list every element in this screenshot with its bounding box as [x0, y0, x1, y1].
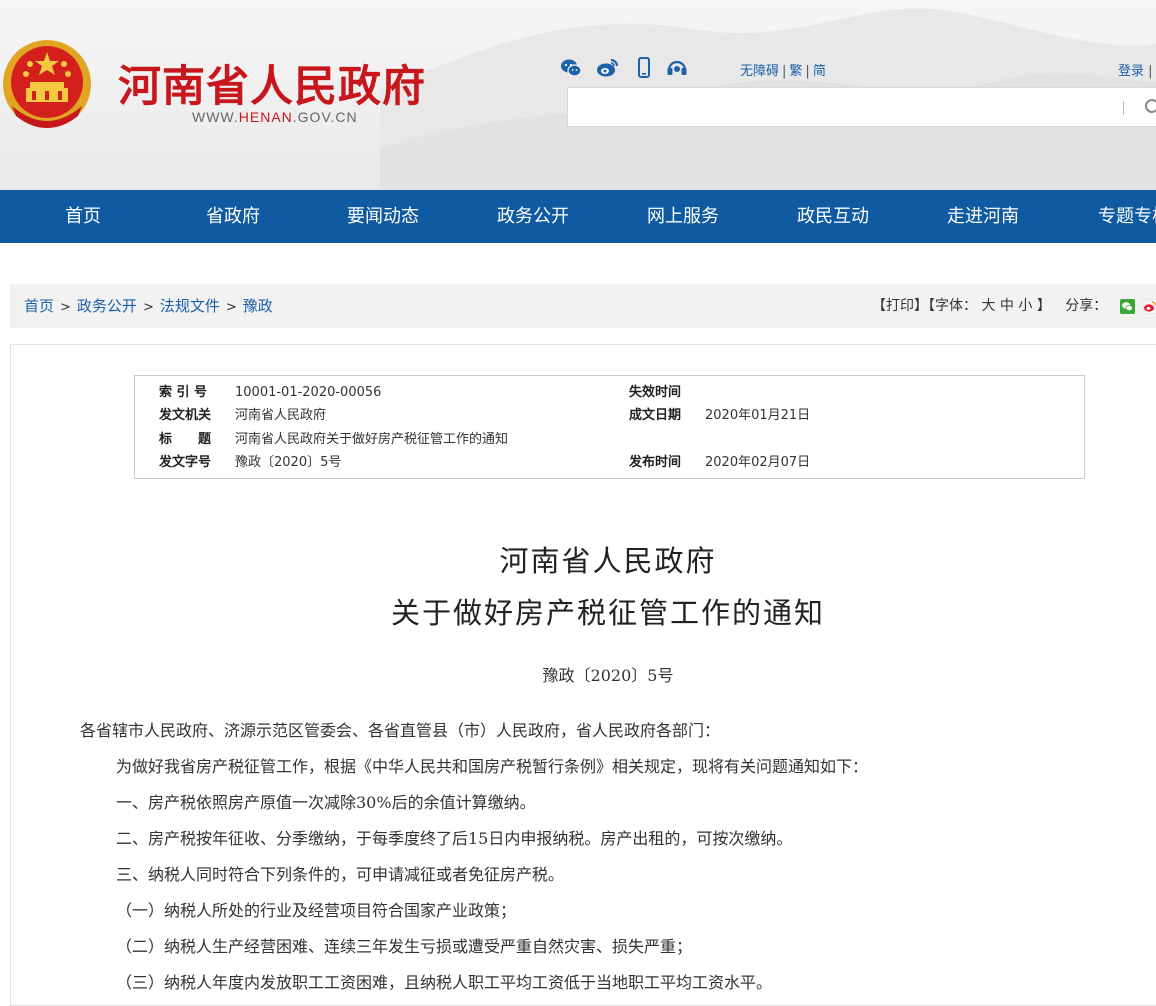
search-box[interactable]: [567, 87, 1156, 127]
login-area: 登录 |: [1118, 60, 1153, 79]
nav-item-online-services[interactable]: 网上服务: [608, 190, 758, 243]
paragraph: （三）纳税人年度内发放职工工资困难，且纳税人职工平均工资低于当地职工平均工资水平…: [116, 973, 773, 992]
paragraph: 一、房产税依照房产原值一次减除30%后的余值计算缴纳。: [116, 793, 536, 812]
meta-published-label: 发布时间: [629, 455, 682, 470]
print-button[interactable]: 【打印】: [872, 298, 928, 314]
search-icon[interactable]: [1144, 98, 1156, 118]
meta-docno-label: 发文字号: [159, 455, 212, 470]
nav-item-about-henan[interactable]: 走进河南: [908, 190, 1058, 243]
main-nav: 首页 省政府 要闻动态 政务公开 网上服务 政民互动 走进河南 专题专栏: [0, 190, 1156, 243]
nav-item-provincial-government[interactable]: 省政府: [158, 190, 308, 243]
breadcrumb-bar: 首页 > 政务公开 > 法规文件 > 豫政 【打印】【字体： 大 中 小 】 分享：: [10, 284, 1156, 328]
accessibility-links: 无障碍 | 繁 | 简: [740, 64, 826, 79]
traditional-chinese-link[interactable]: 繁: [789, 64, 802, 79]
login-separator: |: [1148, 64, 1153, 79]
wechat-icon[interactable]: [560, 57, 582, 79]
document-title-line1: 河南省人民政府: [499, 544, 717, 578]
search-input[interactable]: [576, 94, 1110, 122]
meta-published-value: 2020年02月07日: [705, 455, 811, 470]
paragraph: （二）纳税人生产经营困难、连续三年发生亏损或遭受严重自然灾害、损失严重；: [116, 937, 693, 956]
breadcrumb: 首页 > 政务公开 > 法规文件 > 豫政: [24, 284, 273, 330]
mobile-icon[interactable]: [633, 57, 655, 79]
paragraph: 二、房产税按年征收、分季缴纳，于每季度终了后15日内申报纳税。房产出租的，可按次…: [116, 829, 793, 848]
simplified-chinese-link[interactable]: 简: [813, 64, 826, 79]
meta-title-label: 标 题: [159, 432, 212, 447]
meta-expire-label: 失效时间: [629, 385, 682, 400]
nav-item-news[interactable]: 要闻动态: [308, 190, 458, 243]
document-meta-table: 索 引 号 10001-01-2020-00056 失效时间 发文机关 河南省人…: [134, 375, 1085, 479]
paragraph: 各省辖市人民政府、济源示范区管委会、各省直管县（市）人民政府，省人民政府各部门：: [80, 721, 721, 740]
meta-issuer-value: 河南省人民政府: [235, 408, 327, 423]
document-number: 豫政〔2020〕5号: [542, 666, 674, 685]
weibo-icon[interactable]: [596, 57, 618, 79]
nav-item-interaction[interactable]: 政民互动: [758, 190, 908, 243]
share-label: 分享：: [1065, 298, 1108, 314]
breadcrumb-home[interactable]: 首页: [24, 297, 54, 315]
site-header: 河南省人民政府 WWW.HENAN.GOV.CN 无障碍 | 繁 | 简 登录 |: [0, 0, 1156, 190]
font-size-label: 【字体：: [928, 298, 977, 314]
meta-index-value: 10001-01-2020-00056: [235, 385, 382, 400]
page-tools: 【打印】【字体： 大 中 小 】 分享：: [872, 284, 1107, 328]
meta-index-label: 索 引 号: [159, 385, 208, 400]
breadcrumb-yuzheng[interactable]: 豫政: [243, 297, 273, 315]
meta-issuer-label: 发文机关: [159, 408, 212, 423]
weibo-share-icon[interactable]: [1142, 299, 1156, 314]
headset-icon[interactable]: [666, 57, 688, 79]
font-large-button[interactable]: 大: [981, 298, 995, 314]
login-link[interactable]: 登录: [1118, 64, 1144, 79]
breadcrumb-regulations[interactable]: 法规文件: [160, 297, 220, 315]
document-title-line2: 关于做好房产税征管工作的通知: [390, 596, 825, 630]
font-small-button[interactable]: 小: [1018, 298, 1032, 314]
nav-item-government-affairs[interactable]: 政务公开: [458, 190, 608, 243]
meta-docno-value: 豫政〔2020〕5号: [235, 455, 342, 470]
meta-created-label: 成文日期: [629, 408, 682, 423]
paragraph: 为做好我省房产税征管工作，根据《中华人民共和国房产税暂行条例》相关规定，现将有关…: [116, 757, 869, 776]
breadcrumb-separator: >: [142, 300, 154, 315]
wechat-share-icon[interactable]: [1120, 299, 1135, 314]
font-size-suffix: 】: [1036, 298, 1051, 314]
breadcrumb-separator: >: [225, 300, 237, 315]
meta-created-value: 2020年01月21日: [705, 408, 811, 423]
breadcrumb-separator: >: [60, 300, 71, 315]
breadcrumb-government-affairs[interactable]: 政务公开: [77, 297, 137, 315]
paragraph: （一）纳税人所处的行业及经营项目符合国家产业政策；: [116, 901, 517, 920]
national-emblem-icon: [3, 40, 91, 128]
nav-item-special-topics[interactable]: 专题专栏: [1058, 190, 1156, 243]
meta-title-value: 河南省人民政府关于做好房产税征管工作的通知: [235, 432, 509, 447]
accessibility-link[interactable]: 无障碍: [740, 64, 779, 79]
nav-item-home[interactable]: 首页: [8, 190, 158, 243]
site-title[interactable]: 河南省人民政府: [118, 52, 426, 114]
site-url: WWW.HENAN.GOV.CN: [192, 109, 358, 125]
search-divider: [1123, 101, 1124, 115]
paragraph: 三、纳税人同时符合下列条件的，可申请减征或者免征房产税。: [116, 865, 565, 884]
font-medium-button[interactable]: 中: [1000, 298, 1014, 314]
